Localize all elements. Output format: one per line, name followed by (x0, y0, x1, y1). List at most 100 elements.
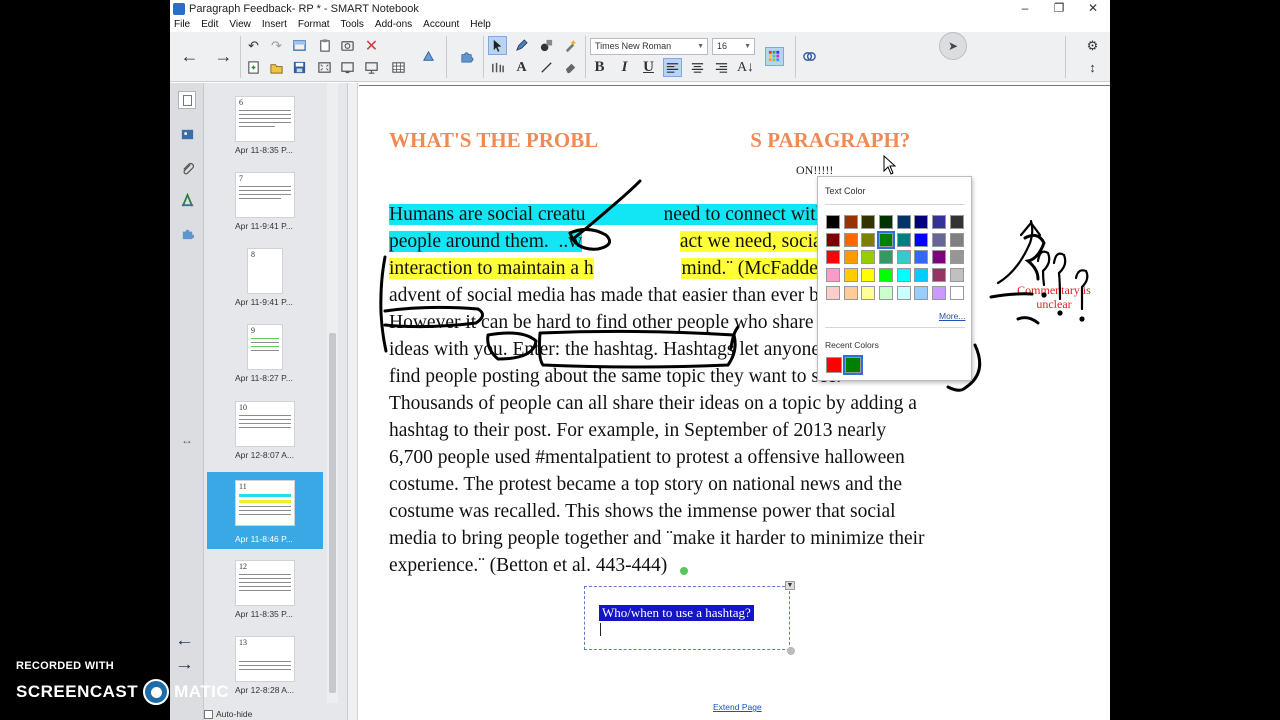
page-sorter-tab-icon[interactable] (178, 91, 196, 109)
measurement-tools-icon[interactable] (419, 47, 438, 66)
more-colors-link[interactable]: More... (939, 311, 965, 321)
align-left-icon[interactable] (663, 58, 682, 77)
recent-color-swatch[interactable] (826, 357, 842, 373)
color-swatch[interactable] (861, 215, 876, 229)
color-swatch[interactable] (826, 232, 840, 247)
underline-icon[interactable]: U (639, 58, 658, 77)
properties-icon[interactable] (800, 47, 819, 66)
page-thumbnail[interactable]: 9 Apr 11-8:27 P... (207, 312, 323, 389)
menu-view[interactable]: View (229, 18, 251, 32)
next-page-icon[interactable]: → (214, 46, 233, 66)
font-size-select[interactable]: 16 ▼ (712, 38, 755, 55)
gallery-tab-icon[interactable] (178, 125, 196, 143)
color-swatch[interactable] (879, 215, 894, 229)
color-swatch[interactable] (861, 285, 876, 300)
text-tool-icon[interactable]: A (512, 58, 531, 77)
autohide-box[interactable] (204, 709, 213, 719)
align-right-icon[interactable] (712, 58, 731, 77)
color-swatch[interactable] (932, 215, 947, 229)
presentation-icon[interactable] (362, 58, 381, 77)
magic-pen-icon[interactable] (561, 36, 580, 55)
addons-tab-icon[interactable] (178, 224, 196, 242)
color-swatch[interactable] (879, 250, 894, 265)
line-tool-icon[interactable] (537, 58, 556, 77)
page-thumbnail-selected[interactable]: 11 Apr 11-8:46 P... (207, 472, 323, 549)
page-scrollbar[interactable] (348, 83, 358, 720)
autohide-checkbox[interactable]: Auto-hide (204, 709, 252, 719)
select-cursor-button[interactable]: ➤ (939, 32, 967, 60)
menu-tools[interactable]: Tools (341, 18, 364, 32)
color-swatch[interactable] (949, 250, 964, 265)
color-swatch[interactable] (879, 285, 894, 300)
color-swatch[interactable] (896, 285, 911, 300)
sidebar-prev-page-icon[interactable]: 🠀 (178, 632, 191, 659)
undo-icon[interactable]: ↶ (244, 36, 263, 55)
text-color-icon[interactable] (765, 47, 784, 66)
color-swatch[interactable] (826, 285, 840, 300)
menu-addons[interactable]: Add-ons (375, 18, 412, 32)
maximize-button[interactable]: ❐ (1042, 0, 1076, 18)
color-swatch[interactable] (843, 250, 858, 265)
color-swatch[interactable] (896, 215, 911, 229)
previous-page-icon[interactable]: ← (180, 46, 199, 66)
sidebar-scrollbar[interactable] (327, 83, 338, 703)
add-page-icon[interactable] (244, 58, 263, 77)
color-swatch[interactable] (932, 250, 947, 265)
rotate-handle[interactable] (680, 567, 688, 575)
minimize-button[interactable]: – (1008, 0, 1042, 18)
table-icon[interactable] (389, 58, 408, 77)
screen-shade-icon[interactable] (290, 36, 309, 55)
text-style-icon[interactable]: A↓ (736, 58, 755, 77)
menu-edit[interactable]: Edit (201, 18, 218, 32)
paragraph-text[interactable]: Humans are social creatu need to connect… (389, 201, 1089, 579)
color-swatch[interactable] (914, 268, 929, 283)
extend-page-link[interactable]: Extend Page (713, 702, 762, 712)
sidebar-scrollbar-thumb[interactable] (329, 333, 336, 693)
move-toolbar-icon[interactable]: ↕ (1083, 58, 1102, 77)
color-swatch[interactable] (932, 285, 947, 300)
question-textbox[interactable]: Who/when to use a hashtag? (584, 586, 790, 650)
shapes-tool-icon[interactable] (537, 36, 556, 55)
color-swatch[interactable] (932, 268, 947, 283)
redo-icon[interactable]: ↷ (267, 36, 286, 55)
color-swatch[interactable] (861, 232, 876, 247)
color-swatch[interactable] (843, 268, 858, 283)
menu-format[interactable]: Format (298, 18, 330, 32)
full-screen-icon[interactable] (315, 58, 334, 77)
font-name-select[interactable]: Times New Roman ▼ (590, 38, 708, 55)
page-thumbnail[interactable]: 10 Apr 12-8:07 A... (207, 389, 323, 466)
properties-tab-icon[interactable] (178, 191, 196, 209)
textbox-question[interactable]: Who/when to use a hashtag? (599, 605, 754, 621)
screen-capture-icon[interactable] (338, 36, 357, 55)
color-swatch[interactable] (843, 285, 858, 300)
pen-tool-icon[interactable] (512, 36, 531, 55)
resize-handle[interactable] (787, 647, 795, 655)
eraser-icon[interactable] (561, 58, 580, 77)
resize-sidebar-icon[interactable]: ↔ (178, 431, 196, 449)
attachments-tab-icon[interactable] (178, 159, 196, 177)
save-icon[interactable] (290, 58, 309, 77)
color-swatch[interactable] (826, 215, 840, 229)
color-swatch[interactable] (914, 285, 929, 300)
paste-icon[interactable] (315, 36, 334, 55)
color-swatch[interactable] (843, 232, 858, 247)
notebook-page[interactable]: WHAT'S THE PROBL S PARAGRAPH? ON!!!!! Hum… (348, 83, 1110, 720)
color-swatch[interactable] (861, 268, 876, 283)
page-thumbnail[interactable]: 7 Apr 11-9:41 P... (207, 160, 323, 237)
textbox-menu-icon[interactable]: ▼ (785, 581, 795, 590)
menu-file[interactable]: File (174, 18, 190, 32)
menu-help[interactable]: Help (470, 18, 491, 32)
color-swatch[interactable] (879, 268, 894, 283)
color-swatch[interactable] (914, 232, 929, 247)
recent-color-swatch[interactable] (843, 355, 863, 375)
color-swatch[interactable] (826, 268, 840, 283)
color-swatch[interactable] (914, 250, 929, 265)
pen-variants-icon[interactable] (488, 58, 507, 77)
page-thumbnail[interactable]: 6 Apr 11-8:35 P... (207, 84, 323, 161)
open-file-icon[interactable] (267, 58, 286, 77)
italic-icon[interactable]: I (615, 58, 634, 77)
color-swatch[interactable] (826, 250, 840, 265)
menu-account[interactable]: Account (423, 18, 459, 32)
delete-icon[interactable]: ✕ (362, 36, 381, 55)
page-thumbnail[interactable]: 12 Apr 11-8:35 P... (207, 548, 323, 625)
